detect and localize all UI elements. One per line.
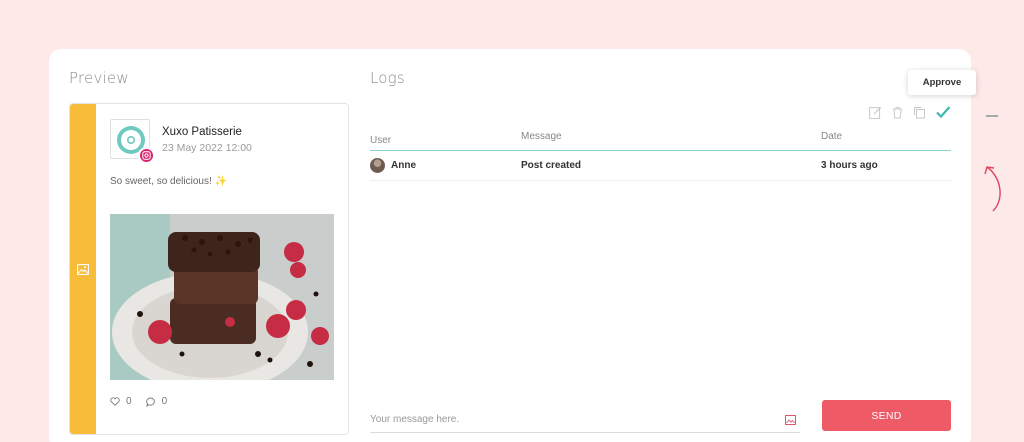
message-placeholder: Your message here.	[370, 414, 460, 425]
post-type-strip	[70, 104, 96, 434]
likes-count: 0	[126, 396, 132, 407]
column-user: User	[370, 135, 392, 146]
post-date: 23 May 2022 12:00	[162, 142, 252, 154]
instagram-icon	[138, 147, 155, 164]
heart-icon	[110, 397, 120, 406]
main-card: Preview Xuxo Patisserie 23 May 2022 12:0…	[49, 49, 1001, 442]
log-message: Post created	[521, 160, 582, 171]
pointer-arrow-icon	[984, 166, 1001, 212]
trash-icon[interactable]	[891, 106, 904, 119]
message-input[interactable]: Your message here.	[370, 407, 800, 433]
avatar	[370, 158, 385, 173]
edit-icon[interactable]	[869, 106, 882, 119]
account-name: Xuxo Patisserie	[162, 126, 242, 138]
check-icon[interactable]	[935, 104, 951, 120]
logs-table: User Message Date Anne Post created 3 ho…	[370, 131, 951, 181]
send-button[interactable]: SEND	[822, 400, 951, 431]
brownie-photo	[110, 214, 334, 380]
log-date: 3 hours ago	[821, 160, 878, 171]
preview-title: Preview	[69, 69, 129, 87]
comment-icon	[145, 397, 155, 407]
table-row: Anne Post created 3 hours ago	[370, 151, 951, 181]
image-icon	[77, 264, 89, 275]
attach-image-icon[interactable]	[785, 415, 796, 425]
column-message: Message	[521, 131, 562, 142]
column-date: Date	[821, 131, 843, 142]
logs-toolbar	[869, 104, 951, 120]
collapse-icon[interactable]	[986, 115, 998, 119]
post-caption: So sweet, so delicious! ✨	[110, 176, 227, 187]
comments-stat[interactable]: 0	[145, 396, 168, 407]
comments-count: 0	[161, 396, 168, 407]
likes-stat[interactable]: 0	[110, 396, 132, 407]
logs-title: Logs	[370, 69, 405, 87]
post-preview: Xuxo Patisserie 23 May 2022 12:00 So swe…	[69, 103, 349, 435]
approve-tooltip: Approve	[908, 70, 976, 95]
post-image	[110, 214, 334, 380]
post-stats: 0 0	[110, 396, 167, 407]
copy-icon[interactable]	[913, 106, 926, 119]
logs-table-header: User Message Date	[370, 131, 951, 151]
log-user: Anne	[391, 160, 416, 171]
